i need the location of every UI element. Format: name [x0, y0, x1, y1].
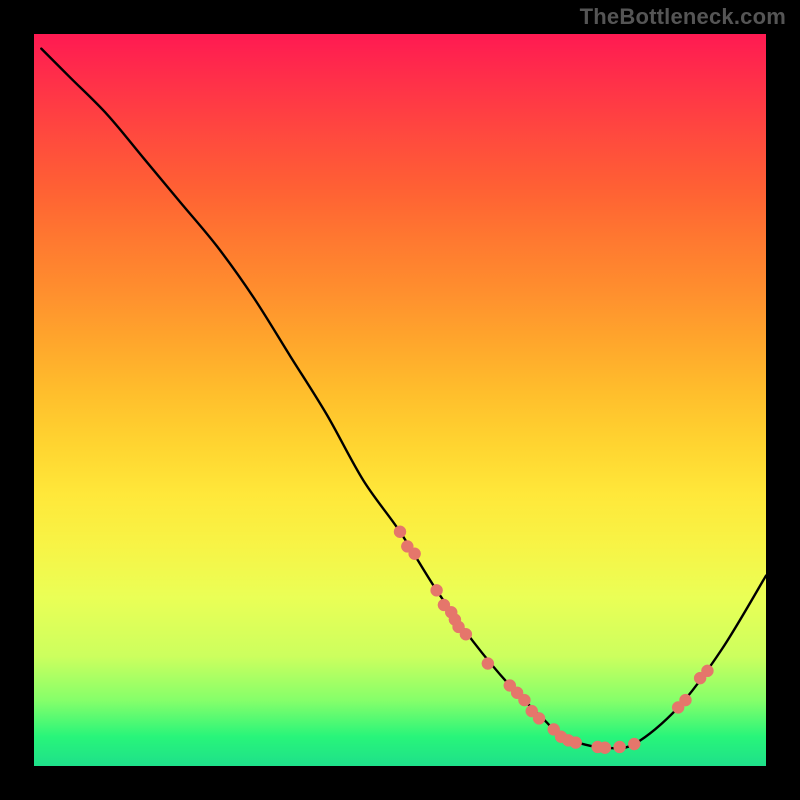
data-dot	[409, 548, 421, 560]
plot-area	[34, 34, 766, 766]
data-dot	[570, 737, 582, 749]
data-dot	[701, 665, 713, 677]
data-dot	[431, 584, 443, 596]
data-dot	[599, 742, 611, 754]
data-dot	[614, 741, 626, 753]
data-dot	[628, 738, 640, 750]
data-dot	[482, 658, 494, 670]
data-dot	[533, 712, 545, 724]
data-dot	[460, 628, 472, 640]
watermark-text: TheBottleneck.com	[580, 4, 786, 30]
data-dot	[518, 694, 530, 706]
bottleneck-curve	[41, 49, 766, 749]
chart-frame: TheBottleneck.com	[0, 0, 800, 800]
curve-svg	[34, 34, 766, 766]
data-dot	[679, 694, 691, 706]
data-dot	[394, 526, 406, 538]
